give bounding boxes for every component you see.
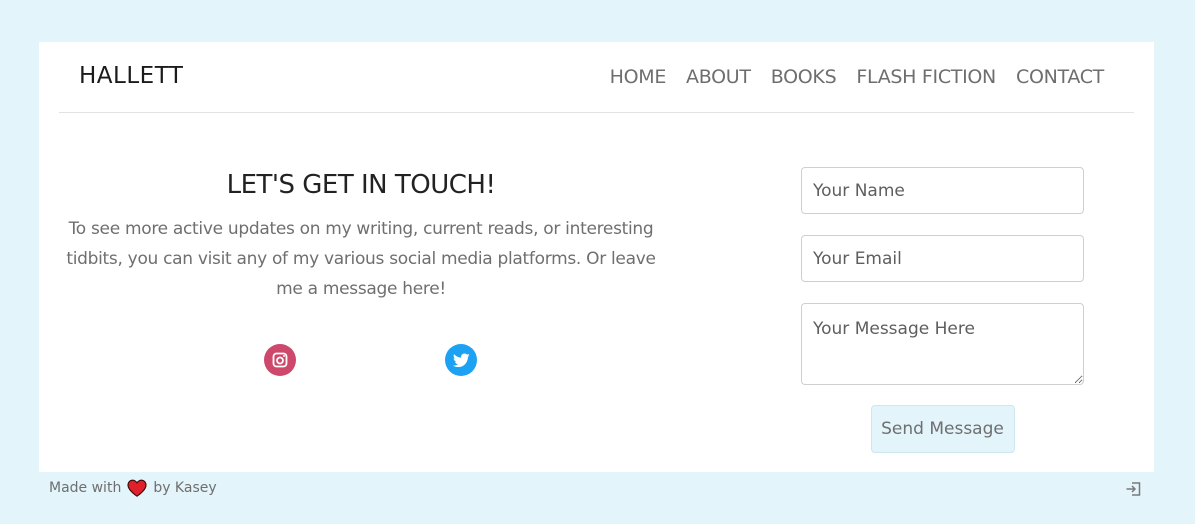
nav-contact[interactable]: CONTACT (1016, 66, 1104, 88)
main-nav: HOME ABOUT BOOKS FLASH FICTION CONTACT (610, 66, 1105, 88)
footer-made-with: Made with (49, 480, 122, 496)
footer-author: by Kasey (153, 480, 217, 496)
sign-in-icon[interactable] (1125, 480, 1143, 502)
nav-home[interactable]: HOME (610, 66, 667, 88)
instagram-link[interactable] (264, 344, 296, 376)
email-input[interactable] (801, 235, 1084, 282)
nav-flash-fiction[interactable]: FLASH FICTION (856, 66, 996, 88)
message-textarea[interactable] (801, 303, 1084, 385)
nav-books[interactable]: BOOKS (771, 66, 837, 88)
contact-heading: LET'S GET IN TOUCH! (226, 170, 496, 200)
contact-blurb: To see more active updates on my writing… (66, 219, 656, 299)
footer: Made with by Kasey (49, 479, 217, 497)
twitter-icon (452, 352, 470, 367)
instagram-icon (272, 352, 288, 368)
site-brand[interactable]: HALLETT (79, 63, 183, 89)
main-card: HALLETT HOME ABOUT BOOKS FLASH FICTION C… (39, 42, 1154, 472)
contact-form: Send Message (801, 167, 1084, 453)
twitter-link[interactable] (445, 344, 477, 376)
heart-icon (127, 479, 147, 497)
name-input[interactable] (801, 167, 1084, 214)
nav-about[interactable]: ABOUT (686, 66, 751, 88)
send-message-button[interactable]: Send Message (870, 405, 1015, 453)
header-divider (59, 112, 1134, 113)
